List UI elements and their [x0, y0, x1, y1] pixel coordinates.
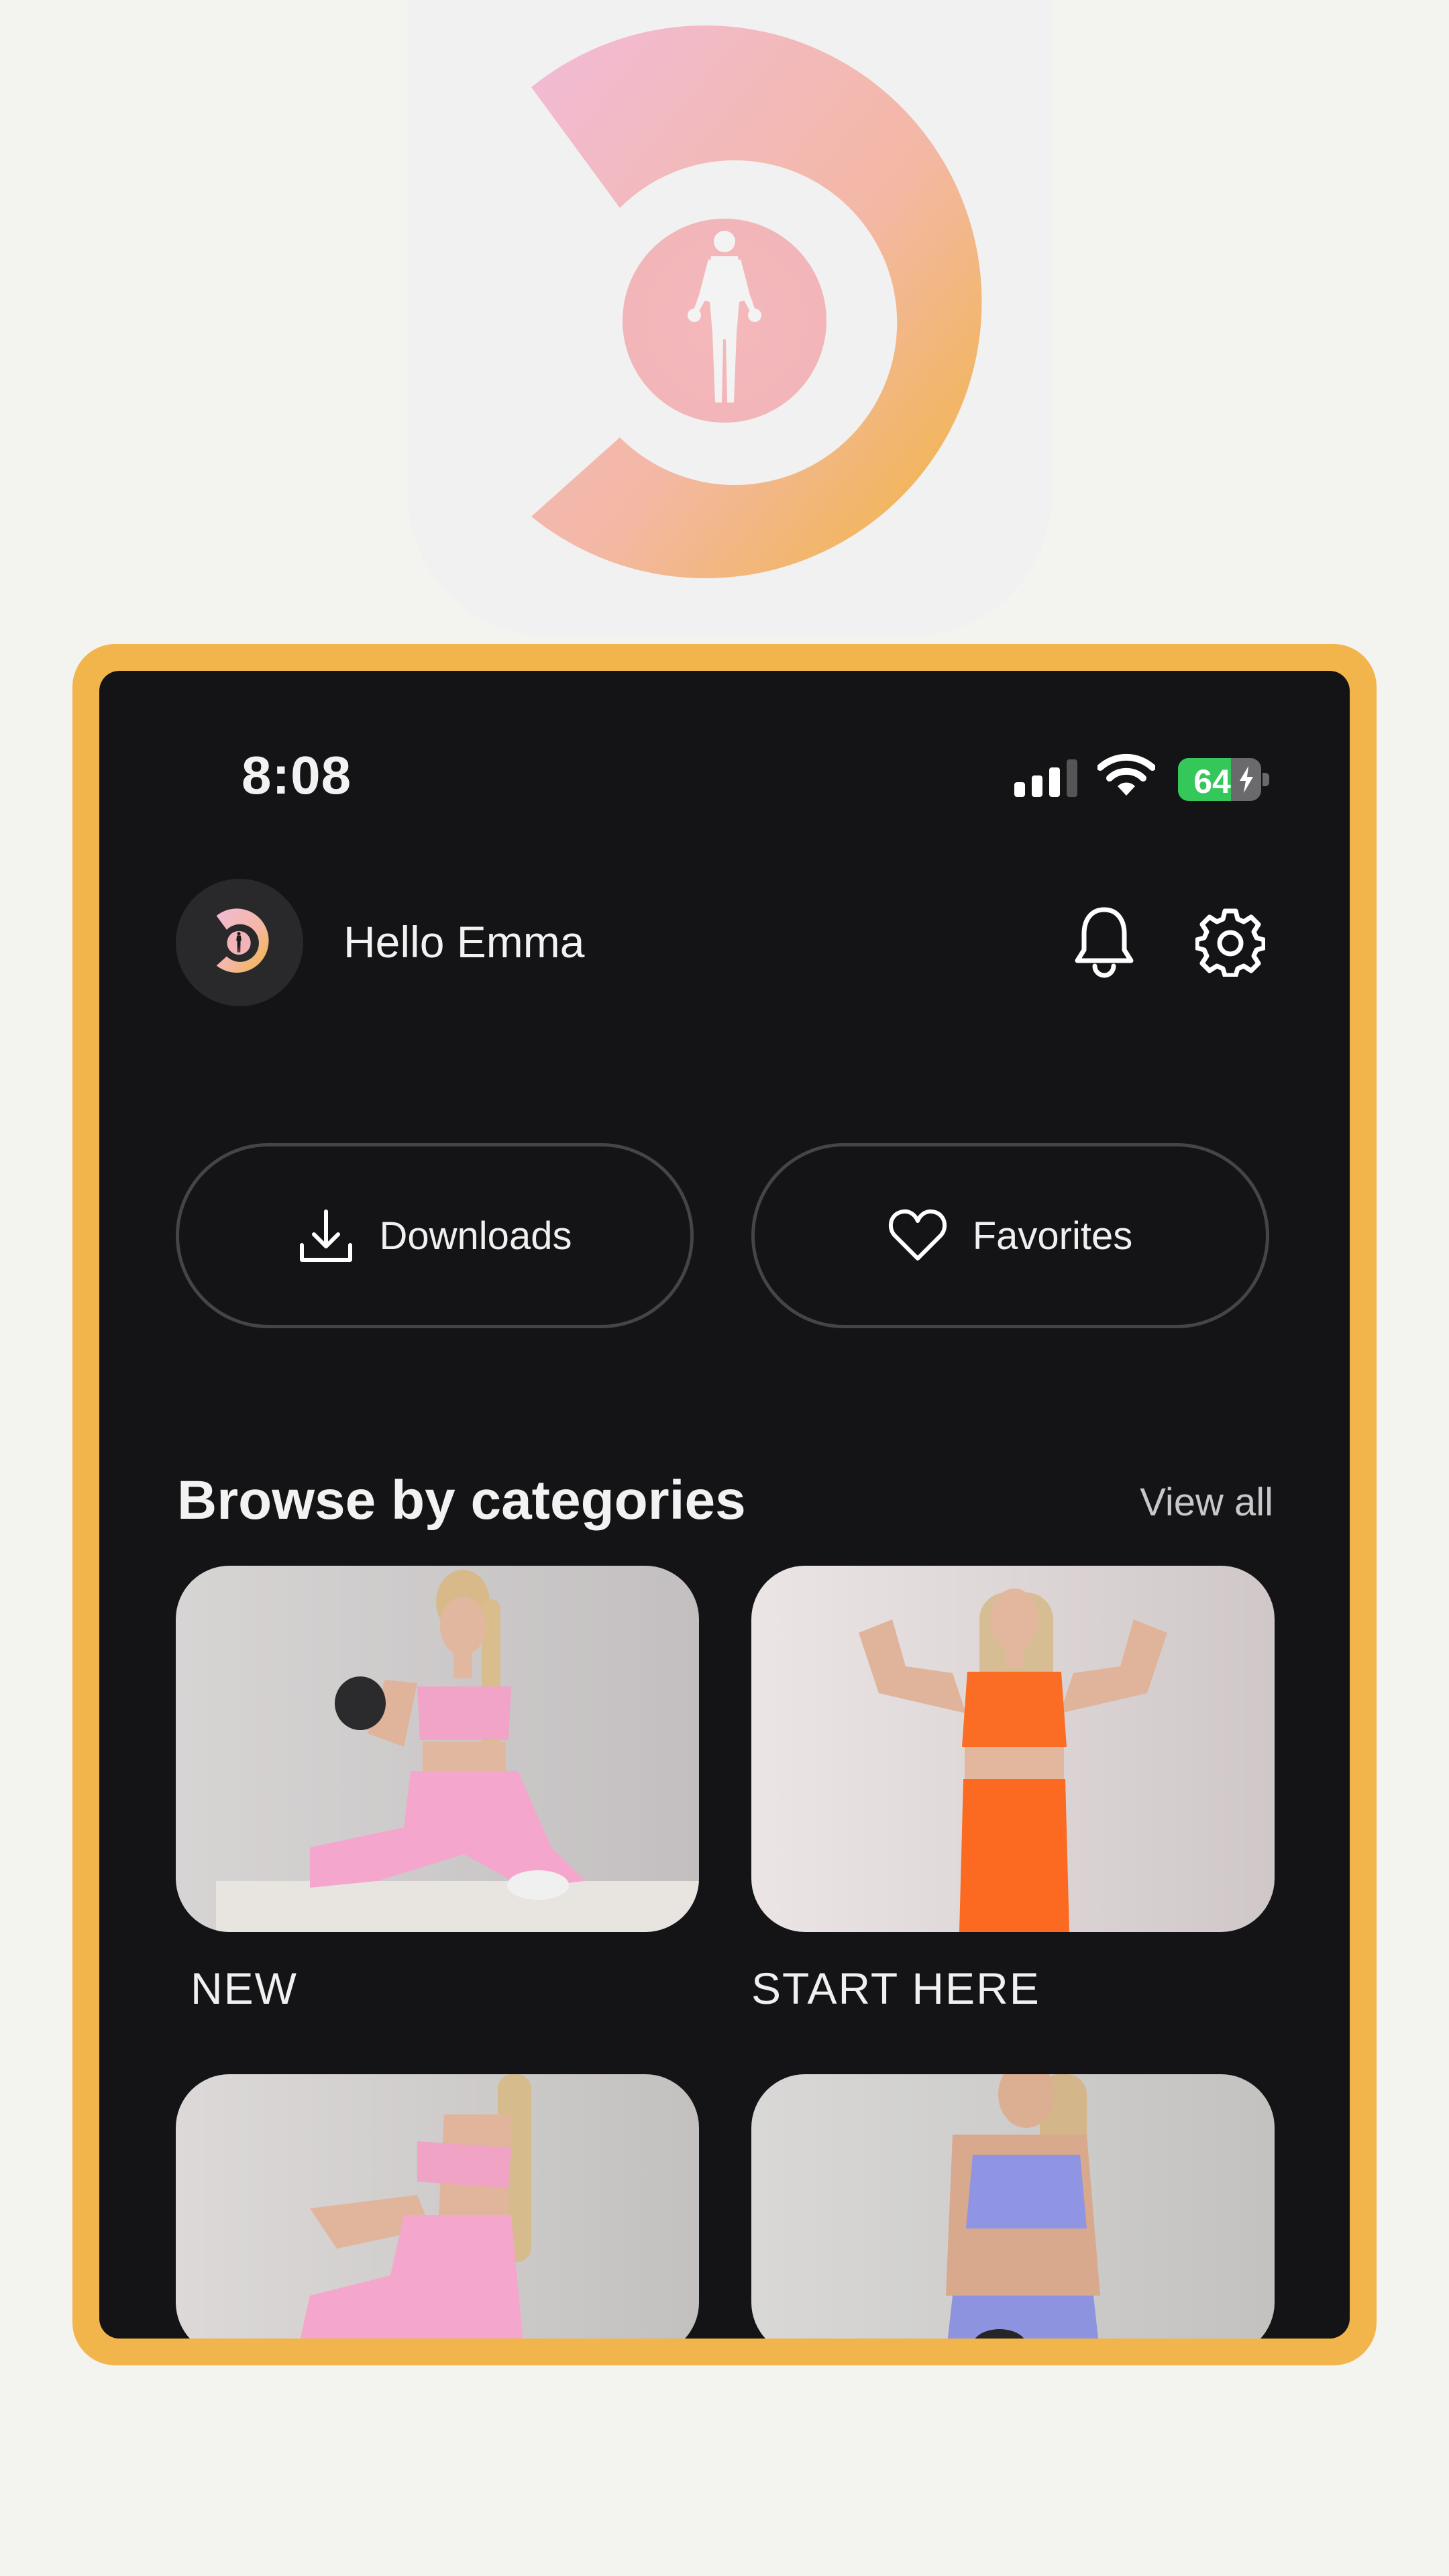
category-label-new: NEW: [191, 1964, 298, 2013]
downloads-label: Downloads: [379, 1214, 572, 1258]
battery-percent: 64: [1193, 763, 1231, 800]
category-card-new[interactable]: [176, 1566, 699, 1932]
app-screen: 8:08 64 Hello Emma Downloads Favorites B…: [99, 671, 1350, 2339]
section-title: Browse by categories: [177, 1470, 746, 1531]
battery-icon: 64: [1178, 758, 1261, 801]
favorites-label: Favorites: [972, 1214, 1133, 1258]
view-all-link[interactable]: View all: [1119, 1480, 1273, 1525]
avatar[interactable]: [176, 879, 303, 1006]
app-logo: [408, 0, 1052, 636]
battery-cap: [1263, 773, 1269, 786]
category-card-3[interactable]: [176, 2074, 699, 2339]
favorites-button[interactable]: Favorites: [751, 1143, 1269, 1328]
category-card-start-here[interactable]: [751, 1566, 1275, 1932]
status-time: 8:08: [241, 745, 352, 805]
category-photo: [751, 1566, 1275, 1932]
c-logo-with-athlete-icon: [531, 25, 982, 578]
gear-icon[interactable]: [1195, 907, 1265, 977]
download-icon: [299, 1210, 352, 1262]
bell-icon[interactable]: [1072, 906, 1136, 978]
category-photo: [751, 2074, 1275, 2339]
greeting: Hello Emma: [343, 917, 585, 967]
signal-icon: [1014, 759, 1077, 797]
downloads-button[interactable]: Downloads: [176, 1143, 694, 1328]
category-photo: [176, 2074, 699, 2339]
wifi-icon: [1097, 753, 1155, 796]
phone-frame: 8:08 64 Hello Emma Downloads Favorites B…: [72, 644, 1377, 2365]
heart-icon: [888, 1209, 947, 1260]
category-card-4[interactable]: [751, 2074, 1275, 2339]
category-photo: [176, 1566, 699, 1932]
avatar-logo-icon: [216, 908, 269, 973]
category-label-start-here: START HERE: [751, 1964, 1040, 2013]
charging-bolt-icon: [1240, 766, 1253, 793]
